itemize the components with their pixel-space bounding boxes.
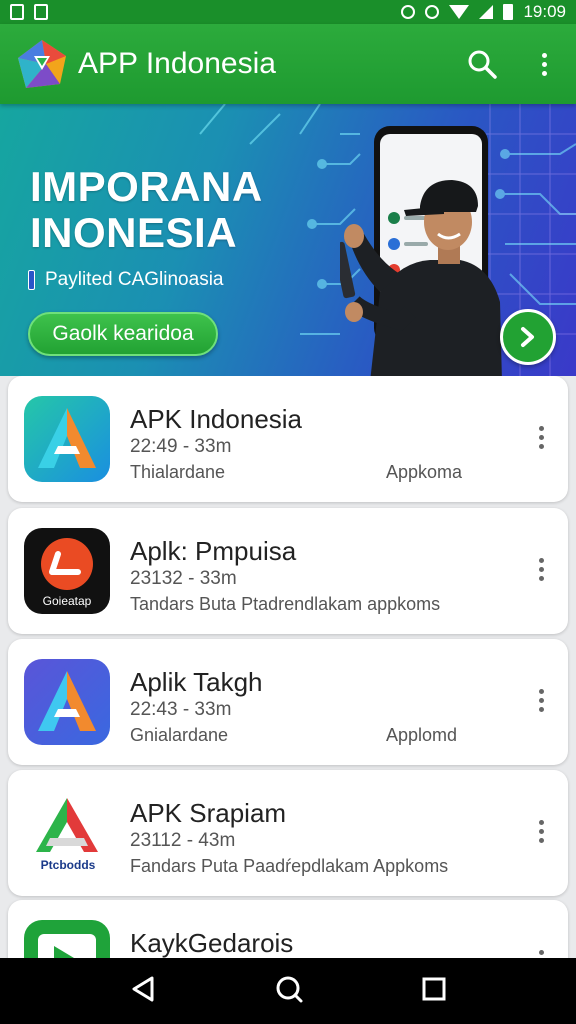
- app-desc: Fandars Puta Paadŕepdlakam Appkoms: [130, 856, 449, 876]
- app-desc: Gnialardane: [130, 725, 229, 745]
- banner-subtitle: Paylited CAGlinoasia: [28, 269, 223, 291]
- app-icon: Goieatap: [24, 528, 110, 614]
- list-item[interactable]: Aplik Takgh 22:43 - 33m Gnialardane Appl…: [8, 639, 568, 765]
- app-desc: Tandars Buta Ptadrendlakam appkoms: [130, 594, 441, 614]
- chevron-right-icon[interactable]: [500, 309, 556, 365]
- app-meta: 22:49 - 33m: [130, 436, 232, 457]
- app-tag: Applomd: [386, 725, 458, 745]
- app-bar: APP Indonesia: [0, 24, 576, 104]
- back-triangle-icon[interactable]: [128, 974, 158, 1009]
- more-vert-icon[interactable]: [539, 689, 544, 712]
- phone-mini-icon: [28, 270, 35, 290]
- wifi-icon: [449, 5, 470, 19]
- list-item[interactable]: KaykGedarois: [8, 900, 568, 958]
- more-vert-icon[interactable]: [528, 48, 560, 80]
- promo-banner[interactable]: IMPORANA INONESIA Paylited CAGlinoasia G…: [0, 104, 576, 376]
- banner-subtitle-text: Paylited CAGlinoasia: [45, 269, 224, 290]
- app-meta: 23132 - 33m: [130, 568, 237, 589]
- screen: 19:09 APP Indonesia IMPORANA INONESIA Pa…: [0, 0, 576, 1024]
- status-time: 19:09: [523, 2, 566, 21]
- more-vert-icon[interactable]: [539, 558, 544, 581]
- app-icon-label: Ptcbodds: [40, 858, 96, 872]
- app-name: Aplik Takgh: [130, 667, 263, 697]
- download-icon: [34, 4, 48, 20]
- battery-icon: [503, 4, 514, 20]
- app-title: APP Indonesia: [78, 47, 276, 80]
- app-name: APK Srapiam: [130, 798, 287, 828]
- recents-square-icon[interactable]: [420, 975, 448, 1008]
- more-vert-icon[interactable]: [539, 820, 544, 843]
- app-tag: Appkoma: [386, 462, 463, 482]
- app-desc: Thialardane: [130, 462, 226, 482]
- app-icon: Ptcbodds: [24, 790, 110, 876]
- app-meta: 23112 - 43m: [130, 830, 236, 851]
- sim-card-icon: [10, 4, 24, 20]
- banner-cta-button[interactable]: Gaolk kearidoa: [28, 312, 218, 356]
- list-item[interactable]: Ptcbodds APK Srapiam 23112 - 43m Fandars…: [8, 770, 568, 896]
- app-icon: [24, 920, 110, 958]
- home-circle-icon[interactable]: [274, 974, 304, 1009]
- app-name: Aplk: Pmpuisa: [130, 536, 297, 566]
- more-vert-icon[interactable]: [539, 950, 544, 958]
- banner-title: IMPORANA INONESIA: [30, 164, 263, 256]
- system-nav-bar: [0, 958, 576, 1024]
- app-icon-label: Goieatap: [42, 594, 92, 608]
- alarm-icon: [425, 5, 440, 19]
- status-bar: 19:09: [0, 0, 576, 24]
- signal-icon: [479, 5, 494, 19]
- person-illustration: [340, 180, 502, 376]
- location-icon: [401, 5, 416, 19]
- app-name: APK Indonesia: [130, 404, 303, 434]
- app-name: KaykGedarois: [130, 928, 294, 958]
- list-item[interactable]: Goieatap Aplk: Pmpuisa 23132 - 33m Tanda…: [8, 508, 568, 634]
- list-item[interactable]: APK Indonesia 22:49 - 33m Thialardane Ap…: [8, 376, 568, 502]
- more-vert-icon[interactable]: [539, 426, 544, 449]
- app-icon: [24, 396, 110, 482]
- app-logo-icon: [16, 38, 68, 90]
- search-icon[interactable]: [466, 48, 498, 80]
- app-list: APK Indonesia 22:49 - 33m Thialardane Ap…: [0, 376, 576, 958]
- banner-title-line2: INONESIA: [30, 209, 238, 256]
- app-meta: 22:43 - 33m: [130, 699, 232, 720]
- app-icon: [24, 659, 110, 745]
- banner-title-line1: IMPORANA: [30, 163, 263, 210]
